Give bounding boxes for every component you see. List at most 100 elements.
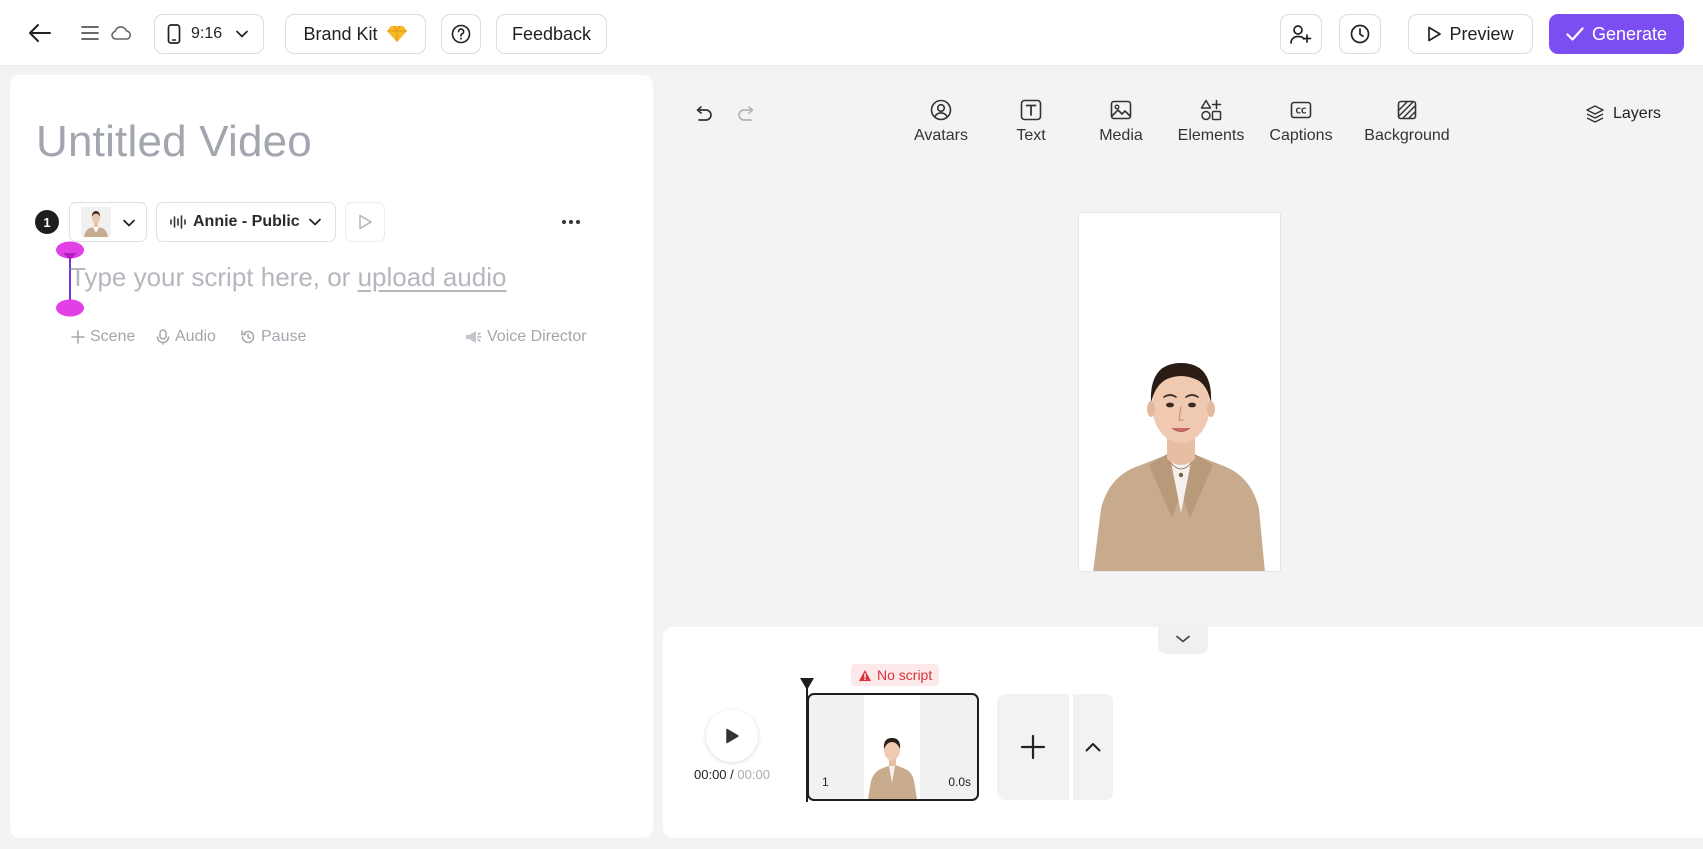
scene-card-index: 1 <box>822 775 829 789</box>
add-scene-button[interactable] <box>997 694 1069 800</box>
microphone-icon <box>156 329 170 345</box>
brand-kit-button[interactable]: Brand Kit <box>285 14 426 54</box>
undo-icon <box>696 106 712 121</box>
expand-scene-options-button[interactable] <box>1073 694 1113 800</box>
voice-name: Annie - Public <box>193 213 300 230</box>
back-arrow-icon[interactable] <box>24 18 56 48</box>
upload-audio-link[interactable]: upload audio <box>358 262 507 292</box>
script-panel: Untitled Video 1 Annie - Public Type you… <box>10 75 653 838</box>
video-preview-canvas[interactable] <box>1078 212 1281 572</box>
preview-label: Preview <box>1449 23 1514 44</box>
history-button[interactable] <box>1339 14 1381 54</box>
toolbar-captions-label: Captions <box>1269 127 1333 144</box>
chevron-down-icon <box>308 218 321 226</box>
play-icon <box>1428 26 1442 42</box>
time-separator: / <box>726 767 738 782</box>
cloud-saved-icon <box>108 20 134 46</box>
selection-handle-top[interactable] <box>55 241 85 261</box>
feedback-label: Feedback <box>511 23 592 44</box>
plus-icon <box>71 330 85 344</box>
question-icon <box>451 24 471 44</box>
total-time: 00:00 <box>737 767 770 782</box>
collapse-timeline-button[interactable] <box>1158 624 1208 654</box>
aspect-ratio-dropdown[interactable]: 9:16 <box>154 14 264 54</box>
menu-icon[interactable] <box>78 20 102 46</box>
play-icon <box>359 214 372 230</box>
toolbar-media[interactable]: Media <box>1076 97 1166 145</box>
diamond-icon <box>386 25 407 42</box>
pause-timer-icon <box>241 330 255 344</box>
current-time: 00:00 <box>694 767 727 782</box>
aspect-ratio-value: 9:16 <box>191 25 223 42</box>
playhead-marker[interactable] <box>799 677 815 691</box>
undo-button[interactable] <box>691 103 715 127</box>
chevron-down-icon <box>1176 635 1190 643</box>
play-icon <box>726 728 739 744</box>
feedback-button[interactable]: Feedback <box>496 14 607 54</box>
timeline-play-button[interactable] <box>706 710 758 762</box>
toolbar-text[interactable]: Text <box>986 97 1076 145</box>
svg-text:CC: CC <box>1295 107 1307 116</box>
top-bar: 9:16 Brand Kit Feedback Preview Generate <box>0 0 1703 66</box>
background-icon <box>1397 100 1417 120</box>
redo-button[interactable] <box>735 103 759 127</box>
voice-director-label: Voice Director <box>487 328 587 345</box>
clock-icon <box>1350 24 1370 44</box>
playhead[interactable] <box>806 678 808 802</box>
toolbar-elements-label: Elements <box>1177 127 1245 144</box>
chevron-down-icon <box>236 30 248 38</box>
toolbar-avatars[interactable]: Avatars <box>896 97 986 145</box>
toolbar-avatars-label: Avatars <box>914 127 968 144</box>
avatar-dropdown[interactable] <box>69 202 147 242</box>
toolbar-media-label: Media <box>1099 127 1143 144</box>
scene-thumbnail <box>864 695 920 799</box>
scene-card-duration: 0.0s <box>948 775 971 789</box>
no-script-warning: No script <box>851 664 940 686</box>
pause-action-label: Pause <box>261 328 307 345</box>
preview-button[interactable]: Preview <box>1408 14 1533 54</box>
megaphone-icon <box>466 331 482 343</box>
more-options-button[interactable] <box>556 210 586 234</box>
chevron-down-icon <box>123 219 135 227</box>
help-button[interactable] <box>441 14 481 54</box>
chevron-up-icon <box>1085 743 1101 752</box>
video-title[interactable]: Untitled Video <box>36 117 312 167</box>
voice-dropdown[interactable]: Annie - Public <box>156 202 336 242</box>
voice-director-action[interactable]: Voice Director <box>464 328 587 346</box>
toolbar-elements[interactable]: Elements <box>1166 97 1256 145</box>
invite-user-button[interactable] <box>1280 14 1322 54</box>
redo-icon <box>738 106 754 121</box>
audio-action-label: Audio <box>175 328 216 345</box>
check-icon <box>1566 27 1584 41</box>
media-icon <box>1110 100 1132 120</box>
scene-number-badge: 1 <box>35 210 59 234</box>
avatar-icon <box>930 99 952 121</box>
brand-kit-label: Brand Kit <box>303 23 378 44</box>
generate-button[interactable]: Generate <box>1549 14 1684 54</box>
elements-icon <box>1200 99 1222 121</box>
play-voice-button[interactable] <box>345 202 385 242</box>
toolbar-captions[interactable]: CC Captions <box>1256 97 1346 145</box>
captions-icon: CC <box>1290 101 1312 119</box>
generate-label: Generate <box>1591 23 1668 44</box>
timeline-scene-card[interactable]: 1 0.0s <box>807 693 979 801</box>
warning-icon <box>859 669 871 681</box>
waveform-icon <box>170 215 186 229</box>
time-readout: 00:00 / 00:00 <box>694 767 770 782</box>
no-script-label: No script <box>877 667 933 683</box>
script-placeholder-text: Type your script here, or <box>70 262 358 292</box>
script-input[interactable]: Type your script here, or upload audio <box>70 262 506 293</box>
layers-button[interactable]: Layers <box>1585 104 1661 124</box>
toolbar-text-label: Text <box>1016 127 1046 144</box>
layers-label: Layers <box>1613 105 1662 122</box>
selection-handle-bottom[interactable] <box>55 297 85 317</box>
layers-icon <box>1586 105 1604 123</box>
add-pause-action[interactable]: Pause <box>240 328 306 346</box>
add-scene-action[interactable]: Scene <box>71 328 135 346</box>
toolbar-background[interactable]: Background <box>1362 97 1452 145</box>
add-audio-action[interactable]: Audio <box>156 328 216 346</box>
avatar-thumbnail <box>81 207 111 237</box>
add-user-icon <box>1290 25 1312 44</box>
scene-action-label: Scene <box>90 328 136 345</box>
avatar-figure[interactable] <box>1079 213 1281 572</box>
